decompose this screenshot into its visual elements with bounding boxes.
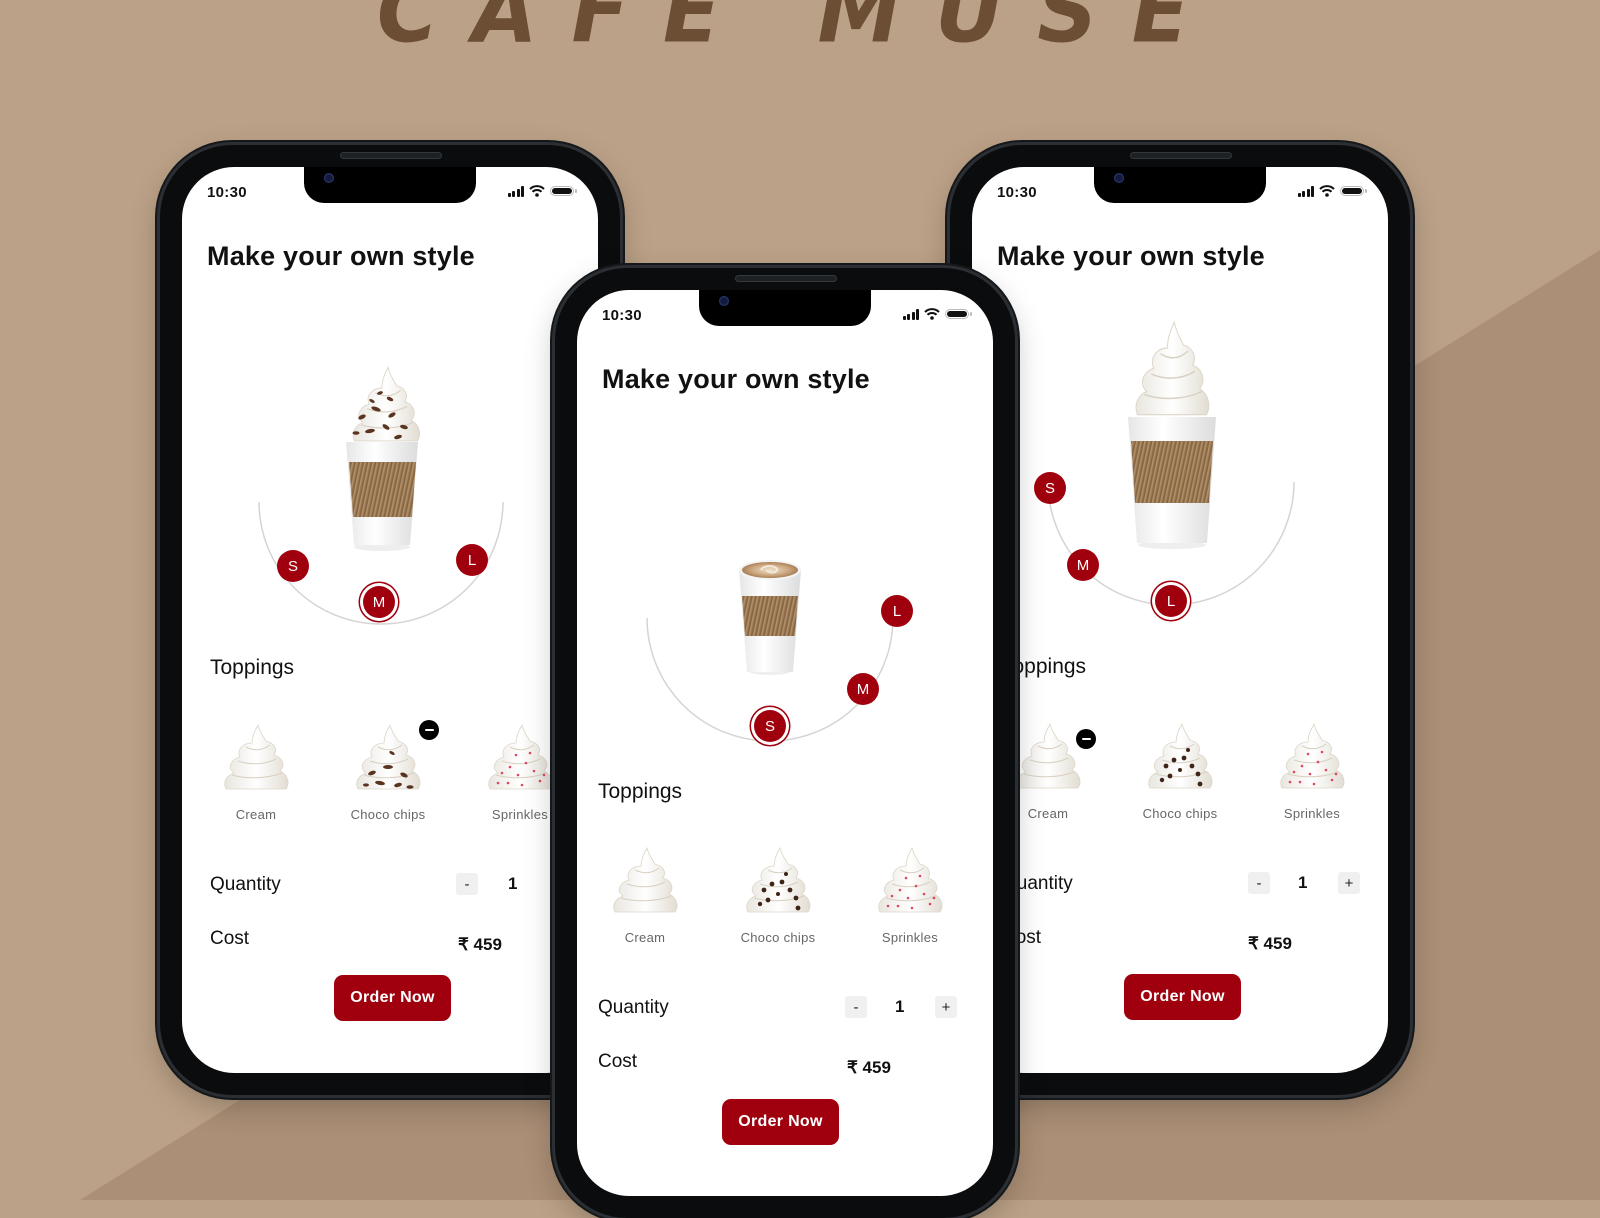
status-time: 10:30	[602, 307, 642, 324]
quantity-decrement-button[interactable]: -	[456, 873, 478, 895]
app-screen: 10:30 Make your own style S M L Toppings…	[182, 167, 598, 1073]
status-time: 10:30	[207, 184, 247, 201]
topping-label: Sprinkles	[1283, 806, 1341, 821]
quantity-value: 1	[508, 874, 518, 893]
app-screen: 10:30 Make your own style S M L Toppings…	[972, 167, 1388, 1073]
topping-cream[interactable]: Cream	[590, 846, 700, 945]
wifi-icon	[529, 185, 545, 197]
quantity-decrement-button[interactable]: -	[845, 996, 867, 1018]
speaker-grille	[1130, 152, 1232, 159]
size-button-m[interactable]: M	[1067, 549, 1099, 581]
phone-mockup-center: 10:30 Make your own style S M L Toppings…	[555, 268, 1015, 1218]
topping-cream[interactable]: Cream	[201, 723, 311, 822]
topping-choco-chips[interactable]: Choco chips	[723, 846, 833, 945]
topping-sprinkles[interactable]: Sprinkles	[855, 846, 965, 945]
status-icons	[507, 185, 577, 197]
topping-choco-chips[interactable]: Choco chips	[1125, 722, 1235, 821]
phone-mockup-right: 10:30 Make your own style S M L Toppings…	[950, 145, 1410, 1095]
phone-mockup-left: 10:30 Make your own style S M L Toppings…	[160, 145, 620, 1095]
quantity-increment-button[interactable]: +	[935, 996, 957, 1018]
sprinkles-topping-image	[878, 847, 943, 913]
sprinkles-topping-image	[1280, 723, 1345, 789]
quantity-label: Quantity	[210, 874, 281, 895]
front-camera	[719, 296, 729, 306]
cost-label: Cost	[598, 1051, 638, 1072]
size-button-m[interactable]: M	[363, 586, 395, 618]
toppings-heading: Toppings	[598, 780, 683, 803]
quantity-increment-button[interactable]: +	[1338, 872, 1360, 894]
notch	[304, 167, 476, 203]
battery-icon	[550, 186, 577, 196]
cost-value: ₹ 459	[847, 1058, 891, 1077]
signal-icon	[1297, 185, 1314, 197]
minus-icon	[1081, 737, 1091, 741]
cost-value: ₹ 459	[458, 935, 502, 954]
toppings-heading: Toppings	[210, 656, 295, 679]
size-button-m[interactable]: M	[847, 673, 879, 705]
topping-label: Choco chips	[350, 807, 426, 822]
cream-topping-image	[613, 847, 678, 913]
app-screen: 10:30 Make your own style S M L Toppings…	[577, 290, 993, 1196]
topping-label: Cream	[624, 930, 666, 945]
battery-icon	[1340, 186, 1367, 196]
battery-icon	[945, 309, 972, 319]
size-button-l[interactable]: L	[881, 595, 913, 627]
quantity-decrement-button[interactable]: -	[1248, 872, 1270, 894]
wifi-icon	[1319, 185, 1335, 197]
status-time: 10:30	[997, 184, 1037, 201]
notch	[1094, 167, 1266, 203]
drink-image	[739, 560, 801, 675]
choco-chips-topping-image	[1148, 723, 1213, 789]
order-now-button[interactable]: Order Now	[1124, 974, 1241, 1020]
wifi-icon	[924, 308, 940, 320]
choco-chips-topping-image	[746, 847, 811, 913]
status-icons	[1297, 185, 1367, 197]
speaker-grille	[735, 275, 837, 282]
topping-label: Sprinkles	[881, 930, 939, 945]
topping-label: Choco chips	[740, 930, 816, 945]
minus-icon	[424, 728, 434, 732]
cost-label: Cost	[210, 928, 250, 949]
size-button-s[interactable]: S	[754, 710, 786, 742]
quantity-value: 1	[895, 997, 905, 1016]
drink-image	[1128, 321, 1216, 549]
order-now-button[interactable]: Order Now	[334, 975, 451, 1021]
cream-topping-image	[1016, 723, 1081, 789]
order-now-button[interactable]: Order Now	[722, 1099, 839, 1145]
quantity-value: 1	[1298, 873, 1308, 892]
cream-topping-image	[224, 724, 289, 790]
sprinkles-topping-image	[488, 724, 553, 790]
choco-chips-topping-image	[356, 724, 421, 790]
speaker-grille	[340, 152, 442, 159]
front-camera	[1114, 173, 1124, 183]
cost-value: ₹ 459	[1248, 934, 1292, 953]
quantity-label: Quantity	[598, 997, 669, 1018]
page-title: Make your own style	[207, 241, 475, 271]
brand-title: CAFE MUSE	[376, 0, 1224, 63]
topping-label: Cream	[235, 807, 277, 822]
size-button-s[interactable]: S	[1034, 472, 1066, 504]
page-title: Make your own style	[602, 364, 870, 394]
size-button-l[interactable]: L	[1155, 585, 1187, 617]
drink-image	[346, 366, 421, 551]
remove-topping-button[interactable]	[1076, 729, 1096, 749]
front-camera	[324, 173, 334, 183]
topping-sprinkles[interactable]: Sprinkles	[1257, 722, 1367, 821]
signal-icon	[902, 308, 919, 320]
size-button-s[interactable]: S	[277, 550, 309, 582]
signal-icon	[507, 185, 524, 197]
status-icons	[902, 308, 972, 320]
topping-label: Choco chips	[1142, 806, 1218, 821]
remove-topping-button[interactable]	[419, 720, 439, 740]
page-title: Make your own style	[997, 241, 1265, 271]
notch	[699, 290, 871, 326]
size-button-l[interactable]: L	[456, 544, 488, 576]
